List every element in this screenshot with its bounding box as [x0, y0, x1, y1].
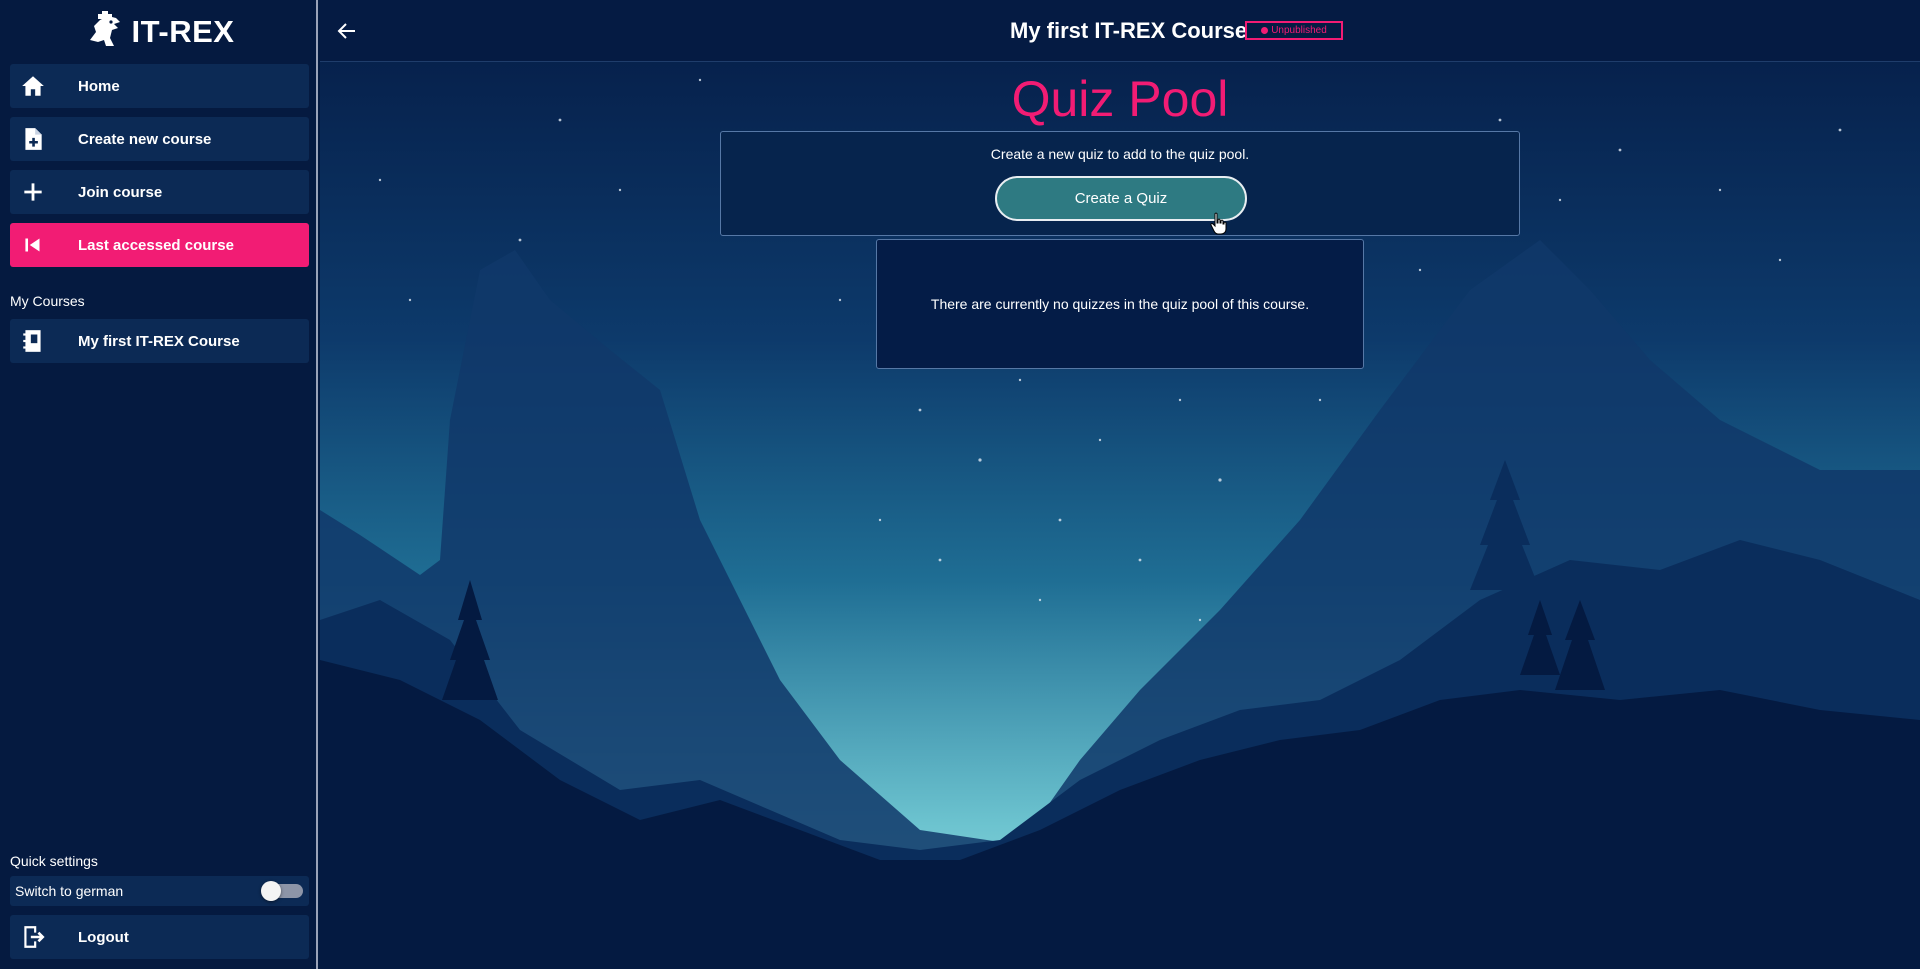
toggle-knob	[261, 881, 281, 901]
brand[interactable]: IT-REX	[0, 8, 318, 56]
course-title: My first IT-REX Course	[1010, 18, 1248, 43]
page-title: Quiz Pool	[1011, 71, 1229, 127]
sidebar-course-item[interactable]: My first IT-REX Course	[10, 319, 309, 363]
dinosaur-logo-icon	[84, 10, 124, 55]
sidebar: IT-REX Home Create new course Join cours…	[0, 0, 318, 969]
quick-settings-heading: Quick settings	[10, 853, 98, 869]
home-icon	[10, 73, 74, 99]
create-quiz-prompt: Create a new quiz to add to the quiz poo…	[990, 146, 1250, 162]
sidebar-item-label: Last accessed course	[78, 236, 234, 254]
back-button[interactable]	[332, 16, 362, 46]
language-toggle-switch[interactable]	[261, 881, 303, 901]
quiz-list-panel: There are currently no quizzes in the qu…	[876, 239, 1364, 369]
brand-name: IT-REX	[131, 14, 235, 49]
skip-back-icon	[10, 232, 74, 258]
sidebar-item-create-new-course[interactable]: Create new course	[10, 117, 309, 161]
top-bar: My first IT-REX Course Unpublished	[320, 0, 1920, 62]
logout-icon	[10, 924, 74, 950]
language-toggle-label: Switch to german	[15, 883, 124, 899]
status-badge: Unpublished	[1245, 21, 1343, 40]
sidebar-item-last-accessed-course[interactable]: Last accessed course	[10, 223, 309, 267]
main-content: My first IT-REX Course Unpublished Quiz …	[320, 0, 1920, 969]
sidebar-item-label: Join course	[78, 183, 163, 201]
language-toggle-row: Switch to german	[10, 876, 309, 906]
create-quiz-panel: Create a new quiz to add to the quiz poo…	[720, 131, 1520, 236]
sidebar-item-label: Create new course	[78, 130, 212, 148]
sidebar-item-label: Home	[78, 77, 120, 95]
sidebar-item-home[interactable]: Home	[10, 64, 309, 108]
logout-label: Logout	[78, 928, 129, 946]
file-plus-icon	[10, 126, 74, 152]
logout-button[interactable]: Logout	[10, 915, 309, 959]
empty-state-message: There are currently no quizzes in the qu…	[930, 296, 1310, 312]
notebook-icon	[10, 328, 74, 354]
arrow-left-icon	[337, 23, 355, 39]
my-courses-heading: My Courses	[10, 293, 85, 309]
status-badge-label: Unpublished	[1271, 25, 1327, 36]
sidebar-item-join-course[interactable]: Join course	[10, 170, 309, 214]
plus-icon	[10, 179, 74, 205]
hand-cursor-icon	[1210, 212, 1227, 235]
sidebar-item-label: My first IT-REX Course	[78, 332, 240, 350]
status-dot-icon	[1261, 27, 1269, 34]
